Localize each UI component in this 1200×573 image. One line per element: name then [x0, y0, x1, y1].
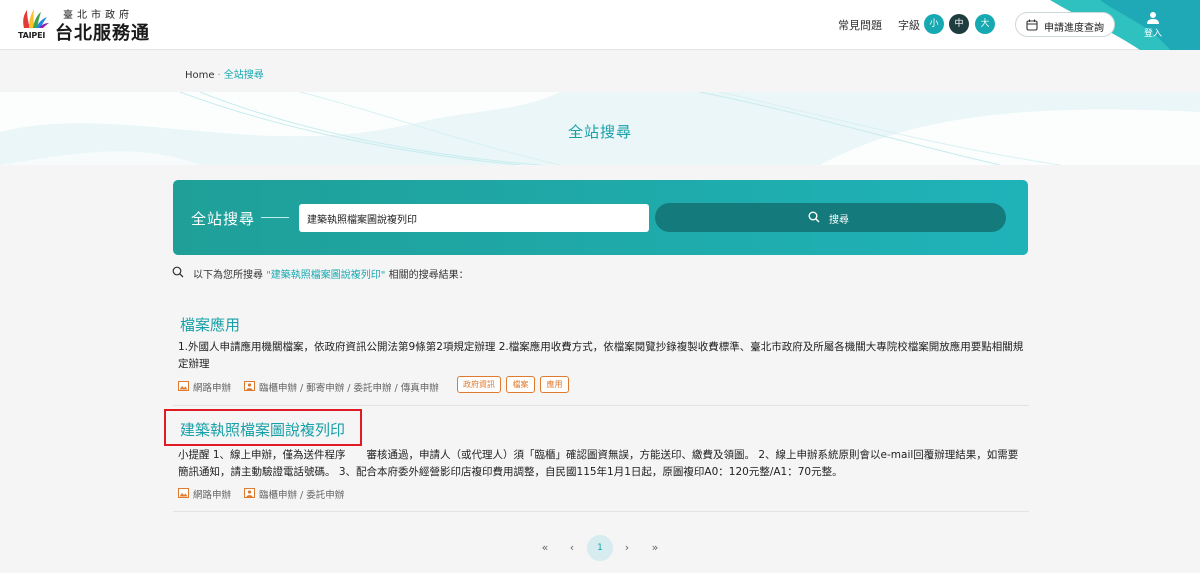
logo-app-name: 台北服務通	[55, 23, 150, 44]
font-size-small-button[interactable]: 小	[924, 14, 944, 34]
summary-prefix: 以下為您所搜尋	[193, 270, 263, 281]
result-tag[interactable]: 檔案	[506, 376, 535, 393]
site-logo[interactable]: TAIPEI 臺北市政府 台北服務通	[18, 6, 158, 44]
pagination: « ‹ 1 › »	[0, 535, 1200, 561]
breadcrumb-separator: ·	[217, 70, 221, 81]
result-item: 建築執照檔案圖說複列印 小提醒 1、線上申辦，僅為送件程序 審核通過，申請人（或…	[164, 407, 1029, 512]
online-apply-label: 網路申辦	[193, 490, 232, 501]
image-icon	[178, 488, 189, 498]
summary-query: "建築執照檔案圖說複列印"	[266, 270, 386, 281]
result-title[interactable]: 建築執照檔案圖說複列印	[180, 419, 345, 440]
breadcrumb-home[interactable]: Home	[185, 70, 215, 81]
user-icon	[1147, 12, 1159, 24]
search-panel-title: 全站搜尋	[191, 210, 256, 228]
prev-page-button[interactable]: ‹	[559, 535, 585, 561]
result-summary-text: 以下為您所搜尋 "建築執照檔案圖說複列印" 相關的搜尋結果：	[193, 266, 469, 281]
search-icon	[172, 266, 184, 278]
calendar-icon	[1026, 19, 1038, 31]
breadcrumb: Home · 全站搜尋	[185, 66, 264, 81]
search-button-label: 搜尋	[829, 215, 849, 226]
breadcrumb-current: 全站搜尋	[223, 70, 264, 81]
image-icon	[178, 381, 189, 391]
page-number-button[interactable]: 1	[587, 535, 613, 561]
online-apply-label: 網路申辦	[193, 383, 232, 394]
logo-city-label: TAIPEI	[18, 31, 46, 40]
application-progress-label: 申請進度查詢	[1044, 23, 1104, 34]
counter-apply-label: 臨櫃申辦 / 郵寄申辦 / 委託申辦 / 傳真申辦	[259, 383, 439, 394]
first-page-button[interactable]: «	[532, 535, 558, 561]
font-size-label: 字級	[898, 19, 920, 32]
faq-link[interactable]: 常見問題	[838, 17, 882, 33]
login-button[interactable]: 登入	[1140, 11, 1166, 41]
page-title: 全站搜尋	[567, 123, 632, 141]
counter-person-icon	[244, 381, 255, 391]
search-icon	[808, 211, 820, 223]
counter-person-icon	[244, 488, 255, 498]
search-panel: 全站搜尋 搜尋	[173, 180, 1028, 255]
result-description: 小提醒 1、線上申辦，僅為送件程序 審核通過，申請人（或代理人）須「臨櫃」確認圖…	[178, 449, 1019, 478]
search-panel-divider	[261, 217, 289, 218]
result-item: 檔案應用 1.外國人申請應用機關檔案，依政府資訊公開法第9條第2項規定辦理 2.…	[173, 306, 1029, 406]
login-label: 登入	[1143, 29, 1162, 39]
result-description: 1.外國人申請應用機關檔案，依政府資訊公開法第9條第2項規定辦理 2.檔案應用收…	[178, 341, 1024, 370]
result-tag[interactable]: 政府資訊	[457, 376, 501, 393]
site-header: TAIPEI 臺北市政府 台北服務通 常見問題 字級 小 中 大 申請進度查詢 …	[0, 0, 1200, 50]
counter-apply-label: 臨櫃申辦 / 委託申辦	[259, 490, 345, 501]
search-button[interactable]: 搜尋	[655, 203, 1006, 232]
last-page-button[interactable]: »	[642, 535, 668, 561]
next-page-button[interactable]: ›	[614, 535, 640, 561]
result-tag[interactable]: 應用	[540, 376, 569, 393]
result-title[interactable]: 檔案應用	[180, 314, 240, 335]
summary-suffix: 相關的搜尋結果：	[388, 270, 469, 281]
font-size-medium-button[interactable]: 中	[949, 14, 969, 34]
application-progress-button[interactable]: 申請進度查詢	[1015, 12, 1115, 37]
search-input[interactable]	[299, 204, 649, 232]
page-banner: 全站搜尋	[0, 92, 1200, 165]
